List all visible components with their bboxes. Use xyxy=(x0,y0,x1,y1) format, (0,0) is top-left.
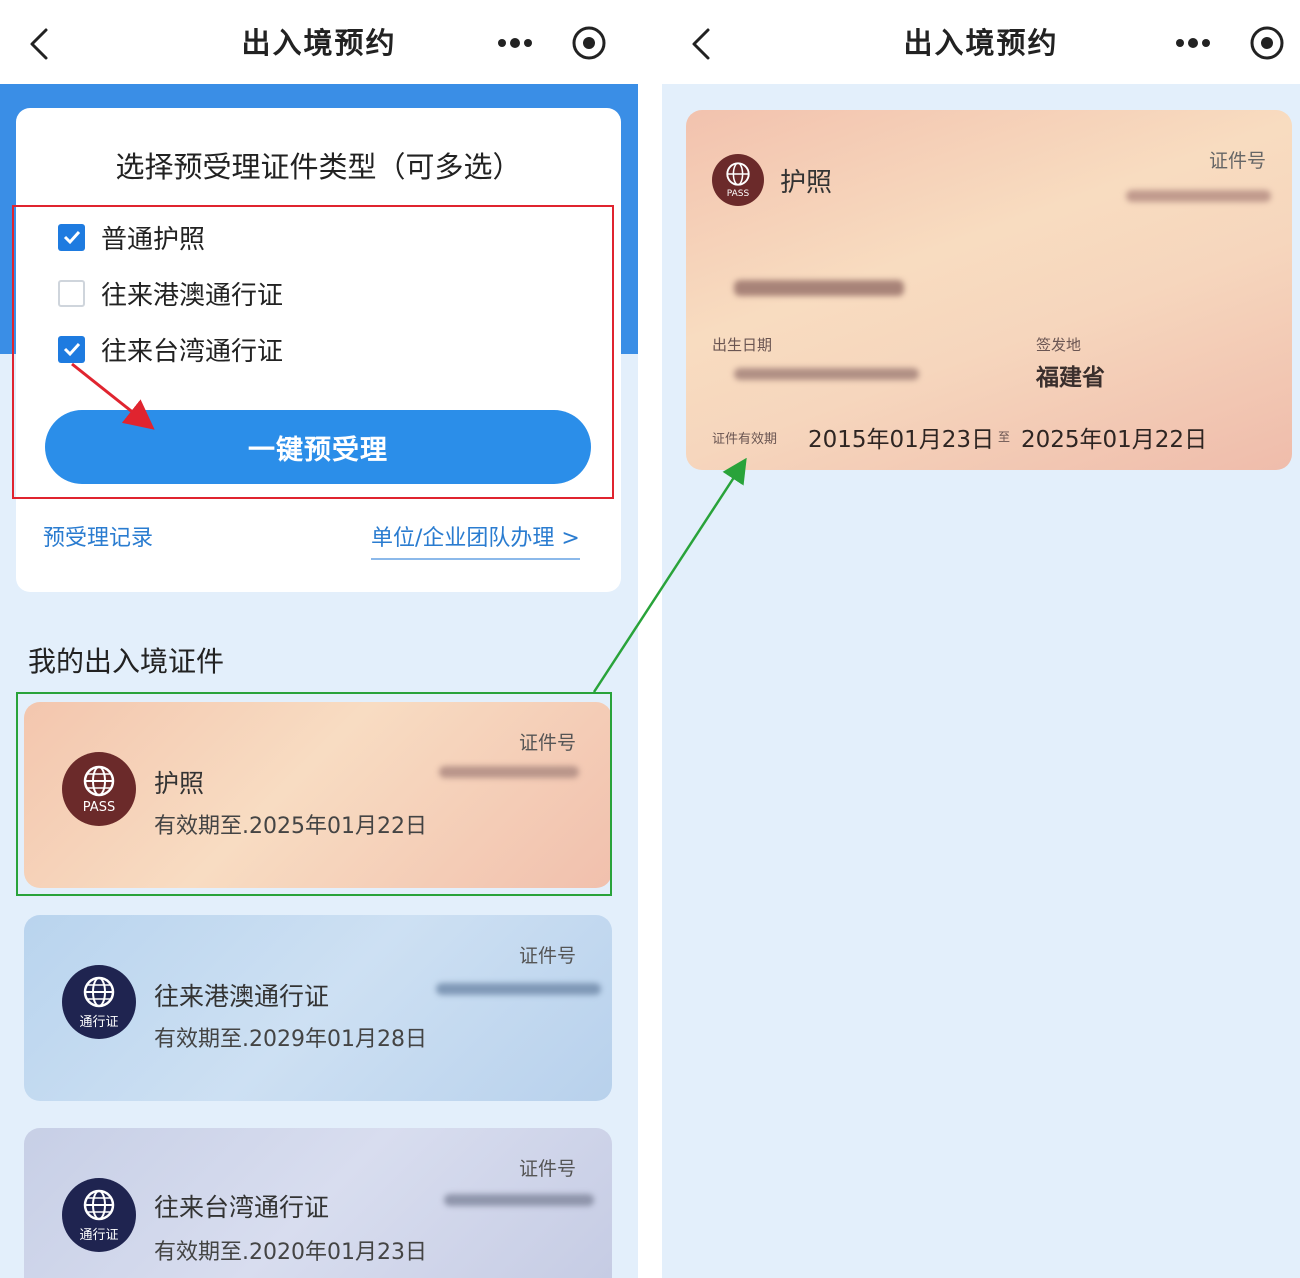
target-circle-icon[interactable] xyxy=(570,24,608,62)
more-dots-icon[interactable] xyxy=(1168,26,1218,60)
screen-divider xyxy=(638,0,662,1278)
number-label: 证件号 xyxy=(518,945,576,967)
number-label: 证件号 xyxy=(1208,150,1266,172)
birth-date-label: 出生日期 xyxy=(712,336,773,354)
redacted-holder-name xyxy=(734,280,904,296)
number-label: 证件号 xyxy=(518,1158,576,1180)
globe-emblem-icon: 通行证 xyxy=(62,1178,136,1252)
card-name: 往来港澳通行证 xyxy=(154,982,330,1011)
hk-macau-permit-card[interactable]: 通行证 证件号 往来港澳通行证 有效期至.2029年01月28日 xyxy=(24,915,612,1101)
redacted-birth-date xyxy=(734,368,919,380)
issue-place-value: 福建省 xyxy=(1036,365,1105,391)
passport-detail-card: PASS 护照 证件号 出生日期 签发地 福建省 证件有效期 2015年01月2… xyxy=(686,110,1292,470)
valid-from: 2015年01月23日 xyxy=(808,427,995,453)
card-validity: 有效期至.2020年01月23日 xyxy=(154,1240,427,1265)
taiwan-permit-card[interactable]: 通行证 证件号 往来台湾通行证 有效期至.2020年01月23日 xyxy=(24,1128,612,1278)
section-title: 我的出入境证件 xyxy=(28,645,225,678)
issue-place-label: 签发地 xyxy=(1036,336,1082,354)
validity-separator: 至 xyxy=(998,430,1011,444)
more-dots-icon[interactable] xyxy=(490,26,540,60)
left-phone-screen: 出入境预约 选择预受理证件类型（可多选） 普通护照 往来港澳通行证 往来台湾通行… xyxy=(0,0,638,1278)
highlight-green-box xyxy=(16,692,612,896)
emblem-text: PASS xyxy=(726,189,750,199)
redacted-number xyxy=(1126,190,1271,202)
panel-title: 选择预受理证件类型（可多选） xyxy=(115,150,522,184)
page-title: 出入境预约 xyxy=(241,26,397,60)
globe-emblem-icon: PASS xyxy=(712,154,764,206)
redacted-number xyxy=(436,983,601,995)
validity-label: 证件有效期 xyxy=(712,432,778,447)
highlight-red-box xyxy=(12,205,614,499)
globe-emblem-icon: 通行证 xyxy=(62,965,136,1039)
emblem-text: 通行证 xyxy=(79,1227,119,1243)
nav-bar: 出入境预约 xyxy=(662,0,1300,84)
card-name: 往来台湾通行证 xyxy=(154,1193,330,1222)
preaccept-history-link[interactable]: 预受理记录 xyxy=(43,520,153,552)
emblem-text: 通行证 xyxy=(79,1014,119,1030)
valid-to: 2025年01月22日 xyxy=(1021,427,1208,453)
right-phone-screen: 出入境预约 PASS 护照 证件号 出生日期 签发地 福建省 证件有效期 201… xyxy=(662,0,1300,1278)
nav-bar: 出入境预约 xyxy=(0,0,638,84)
card-validity: 有效期至.2029年01月28日 xyxy=(154,1027,427,1052)
target-circle-icon[interactable] xyxy=(1248,24,1286,62)
group-service-link[interactable]: 单位/企业团队办理 > xyxy=(371,520,580,560)
card-name: 护照 xyxy=(780,168,833,198)
redacted-number xyxy=(444,1194,594,1206)
